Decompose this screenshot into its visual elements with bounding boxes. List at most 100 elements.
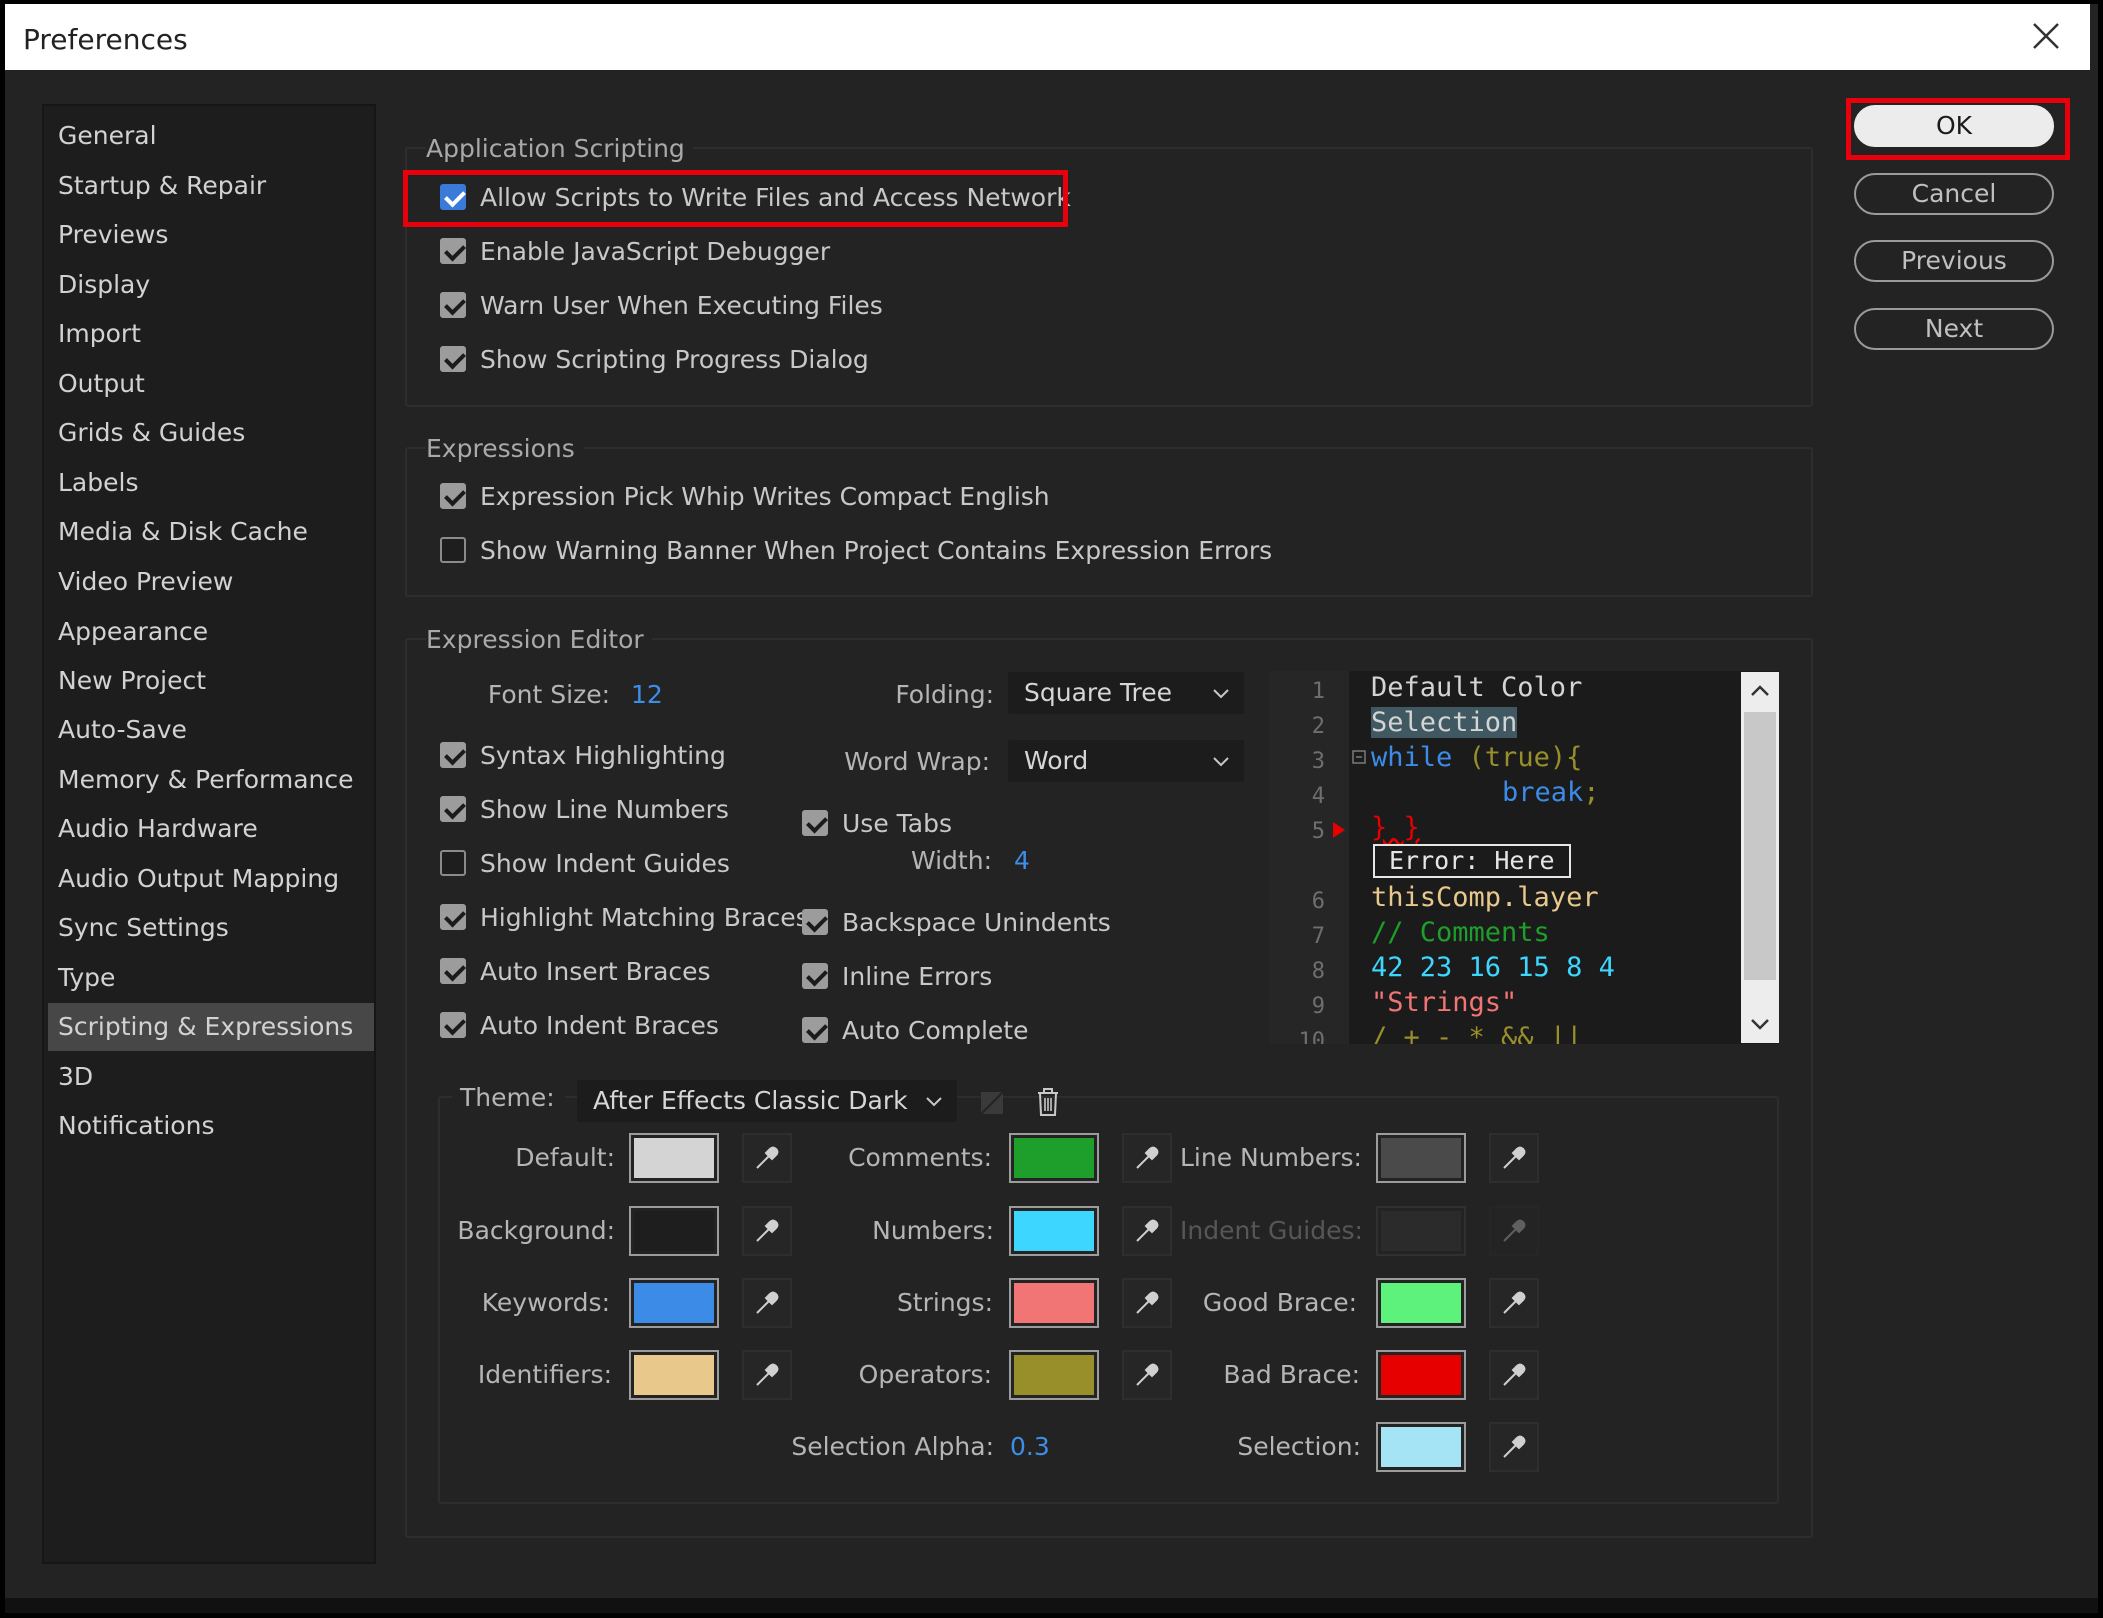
sidebar-item-output[interactable]: Output xyxy=(44,360,374,408)
checkbox-box[interactable] xyxy=(440,292,466,318)
sidebar-item-previews[interactable]: Previews xyxy=(44,211,374,259)
sidebar-item-video-preview[interactable]: Video Preview xyxy=(44,558,374,606)
highlight-matching-braces-checkbox[interactable]: Highlight Matching Braces xyxy=(440,897,809,937)
checkbox-box[interactable] xyxy=(802,1017,828,1043)
sidebar-item-audio-output-mapping[interactable]: Audio Output Mapping xyxy=(44,855,374,903)
numbers-color-swatch[interactable] xyxy=(1009,1206,1099,1256)
checkbox-box[interactable] xyxy=(440,483,466,509)
checkbox-box[interactable] xyxy=(440,537,466,563)
scrollbar-thumb[interactable] xyxy=(1744,712,1776,980)
sidebar-item-scripting-expressions[interactable]: Scripting & Expressions xyxy=(48,1003,374,1051)
eyedropper-icon[interactable] xyxy=(1489,1350,1539,1400)
scroll-up-icon[interactable] xyxy=(1749,682,1771,700)
eyedropper-icon[interactable] xyxy=(1122,1278,1172,1328)
show-warning-banner-checkbox[interactable]: Show Warning Banner When Project Contain… xyxy=(440,530,1272,570)
trash-icon[interactable] xyxy=(1033,1086,1063,1118)
sidebar-item-media-disk-cache[interactable]: Media & Disk Cache xyxy=(44,508,374,556)
selection-alpha-value[interactable]: 0.3 xyxy=(1010,1432,1050,1461)
selection-alpha-label: Selection Alpha: xyxy=(791,1432,994,1461)
checkbox-box[interactable] xyxy=(802,810,828,836)
checkbox-box[interactable] xyxy=(440,346,466,372)
bad-brace-color-swatch[interactable] xyxy=(1376,1350,1466,1400)
sidebar-item-labels[interactable]: Labels xyxy=(44,459,374,507)
eyedropper-icon[interactable] xyxy=(1122,1206,1172,1256)
sidebar-item-import[interactable]: Import xyxy=(44,310,374,358)
selection-color-swatch[interactable] xyxy=(1376,1422,1466,1472)
checkbox-box[interactable] xyxy=(440,184,466,210)
scroll-down-icon[interactable] xyxy=(1749,1015,1771,1033)
sidebar-item-3d[interactable]: 3D xyxy=(44,1053,374,1101)
eyedropper-icon[interactable] xyxy=(742,1133,792,1183)
eyedropper-icon[interactable] xyxy=(1489,1278,1539,1328)
eyedropper-icon[interactable] xyxy=(742,1278,792,1328)
fold-toggle-icon[interactable] xyxy=(1352,750,1366,764)
strings-color-swatch[interactable] xyxy=(1009,1278,1099,1328)
eyedropper-icon[interactable] xyxy=(742,1206,792,1256)
checkbox-box[interactable] xyxy=(440,796,466,822)
sidebar-item-auto-save[interactable]: Auto-Save xyxy=(44,706,374,754)
tab-width-value[interactable]: 4 xyxy=(1014,846,1030,875)
sidebar-item-type[interactable]: Type xyxy=(44,954,374,1002)
checkbox-box[interactable] xyxy=(802,909,828,935)
background-color-swatch[interactable] xyxy=(629,1206,719,1256)
sidebar-item-notifications[interactable]: Notifications xyxy=(44,1102,374,1150)
sidebar-item-display[interactable]: Display xyxy=(44,261,374,309)
allow-scripts-checkbox[interactable]: Allow Scripts to Write Files and Access … xyxy=(440,177,1071,217)
eyedropper-icon[interactable] xyxy=(1122,1133,1172,1183)
close-icon[interactable] xyxy=(2028,18,2064,54)
show-line-numbers-checkbox[interactable]: Show Line Numbers xyxy=(440,789,729,829)
sidebar-item-audio-hardware[interactable]: Audio Hardware xyxy=(44,805,374,853)
line-numbers-color-swatch[interactable] xyxy=(1376,1133,1466,1183)
font-size-value[interactable]: 12 xyxy=(631,680,663,709)
folding-value: Square Tree xyxy=(1024,678,1173,707)
sidebar-item-sync-settings[interactable]: Sync Settings xyxy=(44,904,374,952)
pick-whip-compact-english-checkbox[interactable]: Expression Pick Whip Writes Compact Engl… xyxy=(440,476,1050,516)
backspace-unindents-checkbox[interactable]: Backspace Unindents xyxy=(802,902,1111,942)
eyedropper-icon[interactable] xyxy=(1122,1350,1172,1400)
operators-color-swatch[interactable] xyxy=(1009,1350,1099,1400)
default-color-swatch[interactable] xyxy=(629,1133,719,1183)
preview-scrollbar[interactable] xyxy=(1741,672,1779,1043)
sidebar-item-startup-repair[interactable]: Startup & Repair xyxy=(44,162,374,210)
checkbox-box[interactable] xyxy=(440,850,466,876)
sidebar-item-general[interactable]: General xyxy=(44,112,374,160)
eyedropper-icon[interactable] xyxy=(742,1350,792,1400)
sidebar-item-new-project[interactable]: New Project xyxy=(44,657,374,705)
sidebar-item-grids-guides[interactable]: Grids & Guides xyxy=(44,409,374,457)
comments-color-swatch[interactable] xyxy=(1009,1133,1099,1183)
cancel-button[interactable]: Cancel xyxy=(1854,173,2054,215)
folding-dropdown[interactable]: Square Tree xyxy=(1008,672,1244,714)
identifiers-color-swatch[interactable] xyxy=(629,1350,719,1400)
show-indent-guides-checkbox[interactable]: Show Indent Guides xyxy=(440,843,730,883)
save-theme-icon[interactable] xyxy=(977,1088,1007,1118)
syntax-highlighting-checkbox[interactable]: Syntax Highlighting xyxy=(440,735,726,775)
previous-button[interactable]: Previous xyxy=(1854,240,2054,282)
auto-complete-checkbox[interactable]: Auto Complete xyxy=(802,1010,1028,1050)
auto-indent-braces-checkbox[interactable]: Auto Indent Braces xyxy=(440,1005,719,1045)
sidebar-item-appearance[interactable]: Appearance xyxy=(44,608,374,656)
auto-insert-braces-checkbox[interactable]: Auto Insert Braces xyxy=(440,951,711,991)
checkbox-box[interactable] xyxy=(440,742,466,768)
warn-user-checkbox[interactable]: Warn User When Executing Files xyxy=(440,285,883,325)
ok-button[interactable]: OK xyxy=(1854,105,2054,147)
checkbox-box[interactable] xyxy=(802,963,828,989)
keywords-color-label: Keywords: xyxy=(481,1288,610,1317)
eyedropper-icon[interactable] xyxy=(1489,1133,1539,1183)
checkbox-box[interactable] xyxy=(440,904,466,930)
use-tabs-checkbox[interactable]: Use Tabs xyxy=(802,803,952,843)
enable-js-debugger-checkbox[interactable]: Enable JavaScript Debugger xyxy=(440,231,830,271)
sidebar-item-memory-performance[interactable]: Memory & Performance xyxy=(44,756,374,804)
swatch-fill xyxy=(1014,1355,1094,1395)
inline-errors-checkbox[interactable]: Inline Errors xyxy=(802,956,992,996)
checkbox-box[interactable] xyxy=(440,1012,466,1038)
good-brace-color-swatch[interactable] xyxy=(1376,1278,1466,1328)
theme-dropdown[interactable]: After Effects Classic Dark xyxy=(577,1080,957,1122)
eyedropper-icon[interactable] xyxy=(1489,1422,1539,1472)
next-button[interactable]: Next xyxy=(1854,308,2054,350)
checkbox-box[interactable] xyxy=(440,238,466,264)
keywords-color-swatch[interactable] xyxy=(629,1278,719,1328)
checkbox-box[interactable] xyxy=(440,958,466,984)
word-wrap-dropdown[interactable]: Word xyxy=(1008,740,1244,782)
show-progress-dialog-checkbox[interactable]: Show Scripting Progress Dialog xyxy=(440,339,869,379)
line-number: 9 xyxy=(1311,994,1325,1019)
